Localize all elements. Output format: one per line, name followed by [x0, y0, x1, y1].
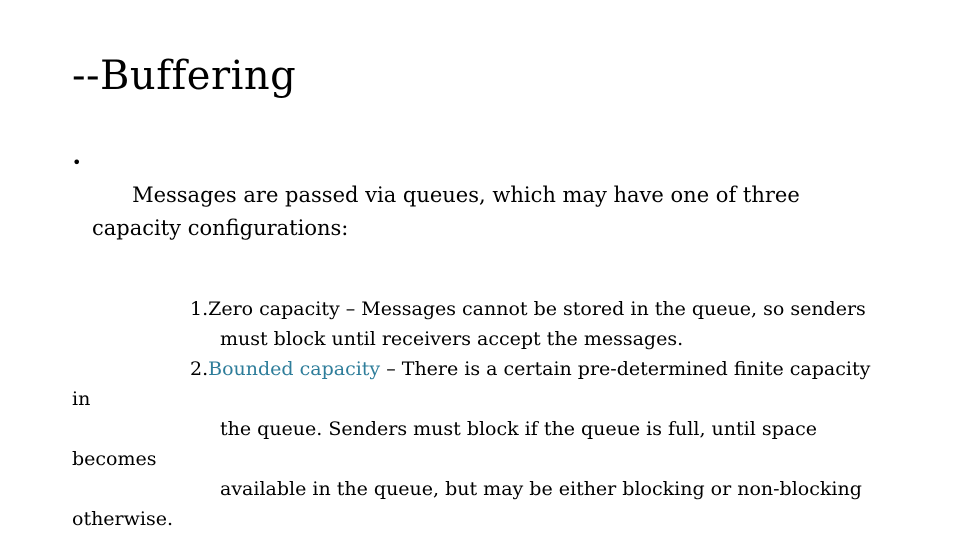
list-item: 2.Bounded capacity – There is a certain …: [72, 354, 892, 414]
bullet-paragraph: • Messages are passed via queues, which m…: [72, 146, 892, 278]
list-item-number: 1.: [190, 298, 209, 320]
list-item: 3.Unbounded capacity – The queue has a t…: [72, 534, 892, 540]
list-item-body: Messages cannot be stored in the queue, …: [361, 298, 866, 320]
list-item-continuation: the queue. Senders must block if the que…: [72, 414, 892, 474]
list-item-continuation-text: must block until receivers accept the me…: [220, 328, 684, 350]
list-item-dash: –: [380, 358, 402, 380]
list-item-term: Bounded capacity: [208, 358, 381, 380]
slide-body: • Messages are passed via queues, which m…: [72, 146, 892, 540]
slide-canvas: --Buffering • Messages are passed via que…: [0, 0, 960, 540]
list-item-continuation: available in the queue, but may be eithe…: [72, 474, 892, 534]
list-item-term: Zero capacity: [208, 298, 340, 320]
slide-title: --Buffering: [72, 53, 297, 99]
list-item: 1.Zero capacity – Messages cannot be sto…: [72, 294, 892, 324]
list-item-dash: –: [339, 298, 362, 320]
list-item-continuation-text: available in the queue, but may be eithe…: [72, 478, 868, 530]
bullet-paragraph-text: Messages are passed via queues, which ma…: [92, 183, 807, 240]
list-item-continuation-text: the queue. Senders must block if the que…: [72, 418, 823, 470]
bullet-point-icon: •: [72, 153, 82, 172]
list-item-number: 2.: [190, 358, 209, 380]
list-item-continuation: must block until receivers accept the me…: [72, 324, 892, 354]
